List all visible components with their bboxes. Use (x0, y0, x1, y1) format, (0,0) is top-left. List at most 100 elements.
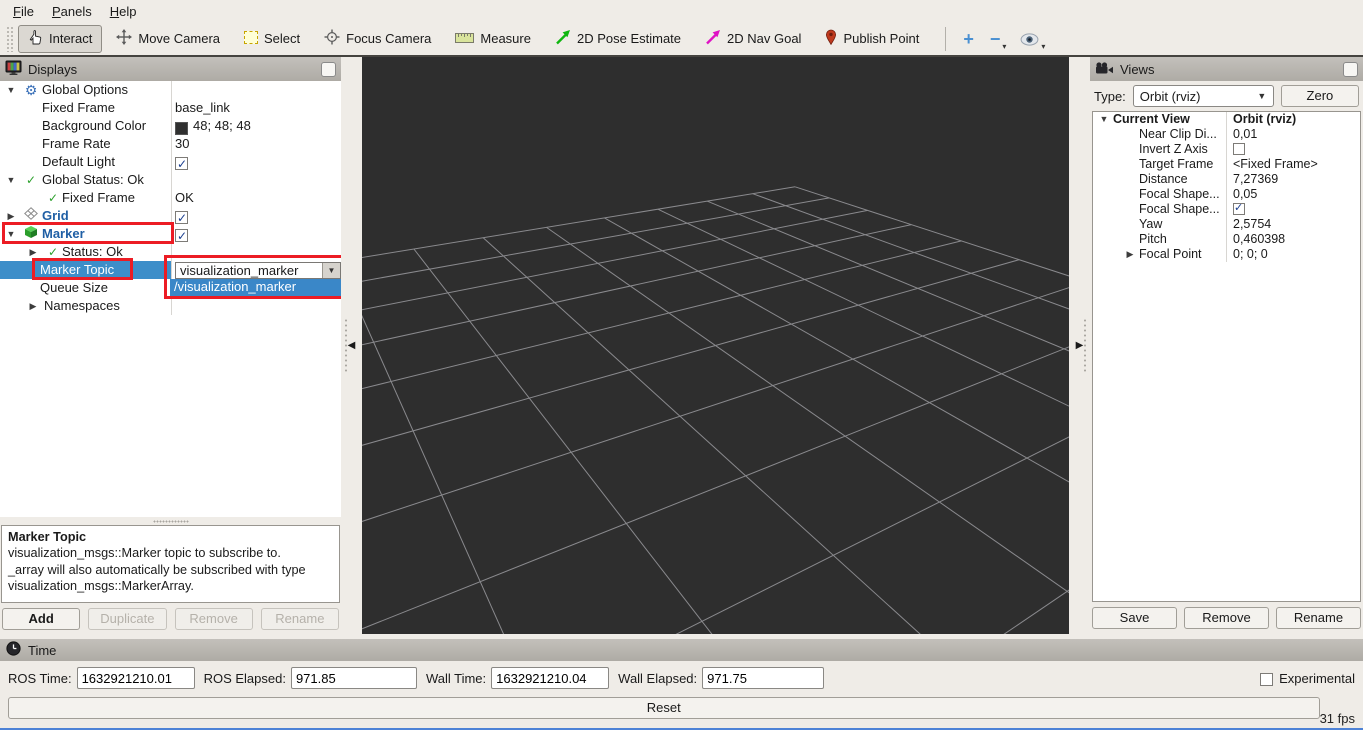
expander-down-icon[interactable]: ▼ (4, 171, 18, 189)
views-cell-name: ▶Focal Point (1093, 247, 1227, 262)
views-cell-value: 0; 0; 0 (1227, 247, 1360, 262)
views-cell-value: <Fixed Frame> (1227, 157, 1360, 172)
views-row-invert-z-axis[interactable]: Invert Z Axis (1093, 142, 1360, 157)
views-cell-value (1227, 142, 1360, 157)
expander-down-icon[interactable]: ▼ (4, 225, 18, 243)
views-panel-header[interactable]: Views (1090, 57, 1363, 81)
left-splitter[interactable]: ◀ (341, 57, 362, 634)
value-checkbox[interactable] (1233, 203, 1245, 215)
tool-select[interactable]: Select (234, 26, 310, 52)
expander-down-icon[interactable]: ▼ (1097, 112, 1111, 127)
expander-right-icon[interactable]: ▶ (1123, 247, 1137, 262)
tree-label: Marker (42, 225, 85, 243)
views-row-distance[interactable]: Distance7,27369 (1093, 172, 1360, 187)
visibility-button[interactable]: ▾ (1012, 28, 1051, 49)
tree-row-fixed-frame[interactable]: Fixed Framebase_link (0, 99, 341, 117)
expander-right-icon[interactable]: ▶ (26, 297, 40, 315)
zoom-out-button[interactable]: − ▾ (982, 28, 1013, 50)
value-text: 0,05 (1233, 187, 1257, 201)
views-cell-value: Orbit (rviz) (1227, 112, 1360, 127)
tree-label: Status: Ok (62, 243, 123, 261)
zero-button[interactable]: Zero (1281, 85, 1359, 107)
add-button[interactable]: Add (2, 608, 80, 630)
tree-row-frame-rate[interactable]: Frame Rate30 (0, 135, 341, 153)
tool-2d-nav-goal[interactable]: 2D Nav Goal (695, 24, 811, 53)
experimental-toggle[interactable]: Experimental (1260, 671, 1355, 686)
wall-time-input[interactable] (491, 667, 609, 689)
expander-right-icon[interactable]: ▶ (26, 243, 40, 261)
chevron-down-icon: ▼ (1251, 91, 1273, 101)
tree-label: Fixed Frame (62, 189, 135, 207)
displays-panel-header[interactable]: Displays (0, 57, 341, 81)
tree-cell-name: Queue Size (0, 279, 172, 297)
menu-item-help[interactable]: Help (101, 1, 146, 22)
displays-float-button[interactable] (321, 62, 336, 77)
views-label: Focal Shape... (1139, 202, 1220, 217)
tree-row-marker[interactable]: ▼ Marker (0, 225, 341, 243)
ros-time-input[interactable] (77, 667, 195, 689)
tool-measure[interactable]: Measure (445, 26, 541, 51)
views-row-near-clip-di-1[interactable]: Near Clip Di...0,01 (1093, 127, 1360, 142)
expander-right-icon[interactable]: ▶ (4, 207, 18, 225)
remove-view-button[interactable]: Remove (1184, 607, 1269, 629)
panel-resize-handle[interactable] (0, 517, 341, 525)
views-row-focal-shape-6[interactable]: Focal Shape... (1093, 202, 1360, 217)
view-type-row: Type: Orbit (rviz) ▼ Zero (1090, 81, 1363, 111)
views-label: Pitch (1139, 232, 1167, 247)
tree-row-fixed-frame[interactable]: ✓Fixed FrameOK (0, 189, 341, 207)
tree-row-grid[interactable]: ▶Grid (0, 207, 341, 225)
tool-2d-pose-estimate[interactable]: 2D Pose Estimate (545, 24, 691, 53)
tree-row-global-status-ok[interactable]: ▼✓Global Status: Ok (0, 171, 341, 189)
menu-item-file[interactable]: File (4, 1, 43, 22)
views-row-pitch[interactable]: Pitch0,460398 (1093, 232, 1360, 247)
tool-publish-point[interactable]: Publish Point (815, 24, 929, 53)
combo-popup-option[interactable]: /visualization_marker (170, 279, 341, 296)
time-panel-header[interactable]: Time (0, 639, 1363, 661)
tool-move-camera[interactable]: Move Camera (106, 24, 230, 53)
tool-label: Measure (480, 31, 531, 46)
tree-cell-name: Fixed Frame (0, 99, 172, 117)
expander-down-icon[interactable]: ▼ (4, 81, 18, 99)
views-float-button[interactable] (1343, 62, 1358, 77)
color-swatch[interactable] (175, 122, 188, 135)
views-row-target-frame[interactable]: Target Frame<Fixed Frame> (1093, 157, 1360, 172)
zoom-in-button[interactable]: + (955, 28, 982, 50)
tool-focus-camera[interactable]: Focus Camera (314, 24, 441, 53)
tree-row-global-options[interactable]: ▼⚙Global Options (0, 81, 341, 99)
marker-topic-combo-value: visualization_marker (176, 263, 322, 278)
toolbar-drag-handle[interactable] (6, 26, 13, 52)
menu-item-panels[interactable]: Panels (43, 1, 101, 22)
ros-elapsed-input[interactable] (291, 667, 417, 689)
marker-topic-combo[interactable]: visualization_marker▼ (175, 262, 341, 279)
tree-row-default-light[interactable]: Default Light (0, 153, 341, 171)
right-splitter[interactable]: ▶ (1069, 57, 1090, 634)
views-cell-value: 2,5754 (1227, 217, 1360, 232)
tree-row-marker-topic[interactable]: Marker Topicvisualization_marker▼ (0, 261, 341, 279)
rename-view-button[interactable]: Rename (1276, 607, 1361, 629)
ros-elapsed-field: ROS Elapsed: (204, 667, 417, 689)
value-text: 2,5754 (1233, 217, 1271, 231)
wall-elapsed-input[interactable] (702, 667, 824, 689)
views-row-yaw[interactable]: Yaw2,5754 (1093, 217, 1360, 232)
views-row-current-view[interactable]: ▼Current ViewOrbit (rviz) (1093, 112, 1360, 127)
tree-row-status-ok[interactable]: ▶✓Status: Ok (0, 243, 341, 261)
render-viewport-3d[interactable] (362, 57, 1069, 634)
tree-row-background-color[interactable]: Background Color48; 48; 48 (0, 117, 341, 135)
view-type-combo[interactable]: Orbit (rviz) ▼ (1133, 85, 1274, 107)
save-view-button[interactable]: Save (1092, 607, 1177, 629)
value-checkbox[interactable] (1233, 143, 1245, 155)
experimental-checkbox[interactable] (1260, 673, 1273, 686)
value-checkbox[interactable] (175, 229, 188, 242)
tree-label: Namespaces (44, 297, 120, 315)
tree-cell-name: ✓Fixed Frame (0, 189, 172, 207)
tree-cell-value (172, 207, 341, 225)
collapse-left-icon[interactable]: ◀ (348, 340, 356, 351)
value-checkbox[interactable] (175, 157, 188, 170)
views-row-focal-shape-5[interactable]: Focal Shape...0,05 (1093, 187, 1360, 202)
reset-button[interactable]: Reset (8, 697, 1320, 719)
views-row-focal-point[interactable]: ▶Focal Point0; 0; 0 (1093, 247, 1360, 262)
value-checkbox[interactable] (175, 211, 188, 224)
tree-row-namespaces[interactable]: ▶Namespaces (0, 297, 341, 315)
tool-interact[interactable]: Interact (18, 25, 102, 53)
chevron-down-icon[interactable]: ▼ (322, 263, 340, 278)
